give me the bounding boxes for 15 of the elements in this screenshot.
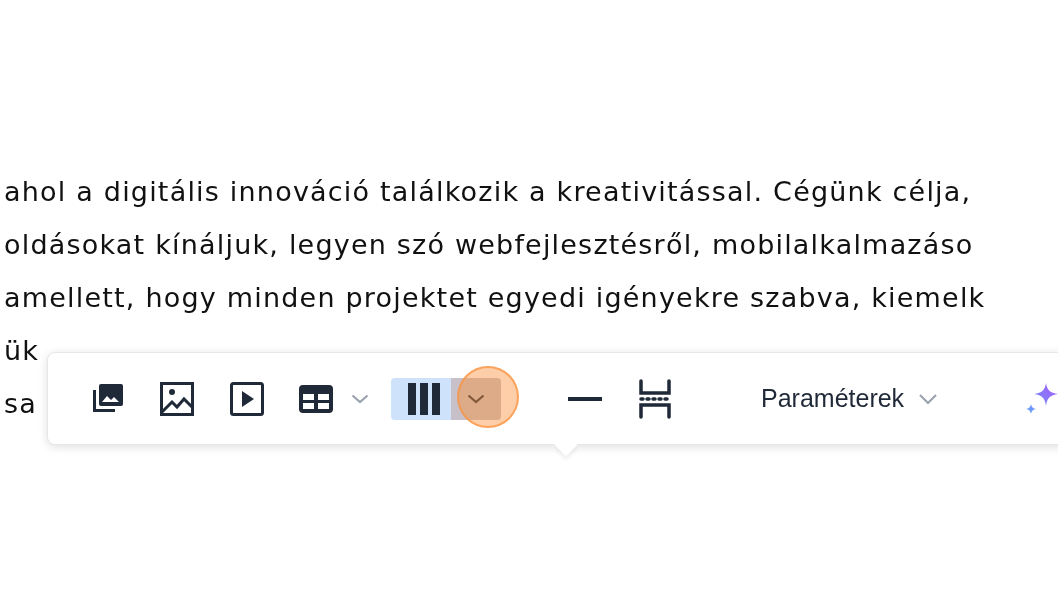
- caret-icon: [918, 392, 939, 405]
- play-icon: [229, 380, 265, 417]
- image-icon: [159, 380, 195, 417]
- table-icon: [297, 382, 335, 415]
- caret-icon: [467, 393, 485, 404]
- page-break-icon: [638, 378, 672, 419]
- paragraph-line: ük: [4, 335, 40, 366]
- paragraph-line: ahol a digitális innováció találkozik a kreativitással. Cégünk célja,: [4, 176, 972, 207]
- caret-icon: [351, 393, 369, 404]
- paragraph-line: sa: [4, 388, 37, 419]
- parameters-dropdown[interactable]: Paraméterek: [755, 378, 945, 419]
- split-button[interactable]: [391, 377, 501, 420]
- paragraph-line: amellett, hogy minden projektet egyedi igényekre szabva, kiemelk: [4, 282, 986, 313]
- columns-icon: [407, 381, 441, 416]
- paragraph-line: oldásokat kínáljuk, legyen szó webfejlesztésről, mobilalkalmazáso: [4, 229, 974, 260]
